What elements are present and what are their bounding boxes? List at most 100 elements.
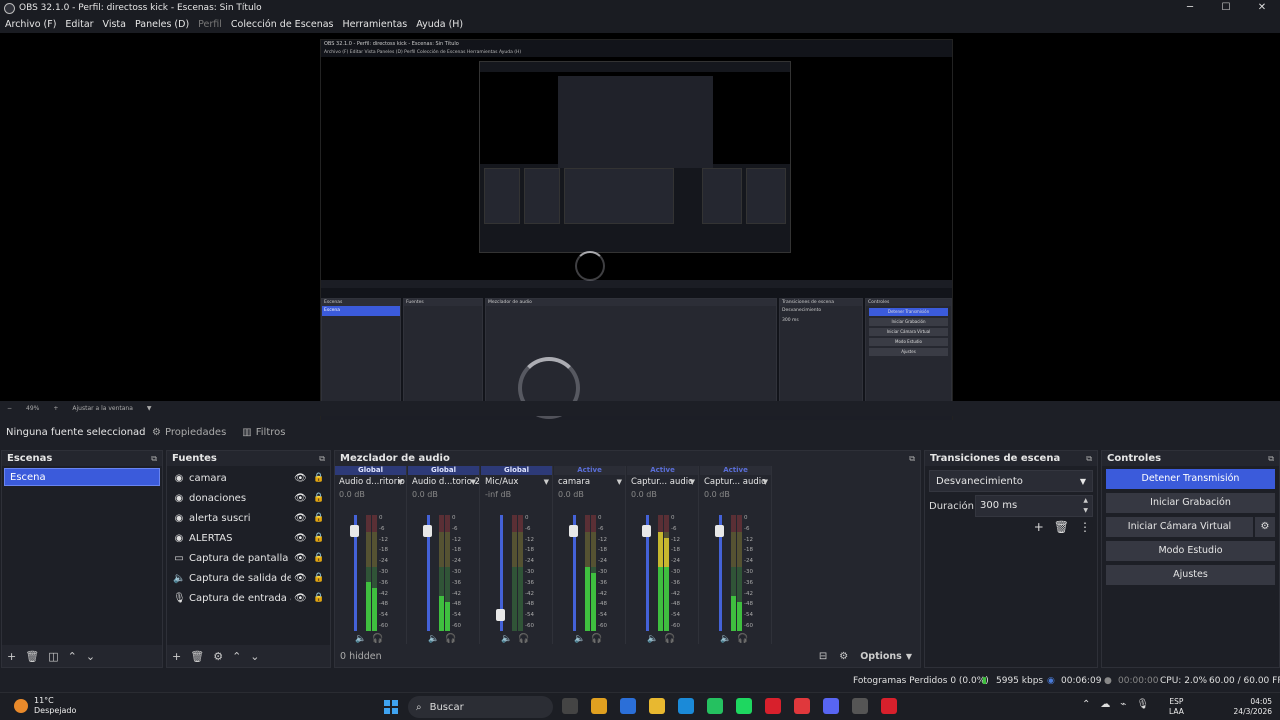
obs-taskbar-icon[interactable] — [852, 698, 868, 714]
filters-button[interactable]: ▥ Filtros — [242, 427, 285, 438]
mute-speaker-icon[interactable]: 🔈 — [647, 634, 658, 644]
remove-scene-icon[interactable]: 🗑 — [25, 650, 39, 663]
mail-icon[interactable] — [620, 698, 636, 714]
channel-menu-icon[interactable]: ▼ — [544, 475, 549, 489]
remove-transition-icon[interactable]: 🗑 — [1054, 520, 1069, 534]
source-item-camara[interactable]: ◉ camara 👁 🔒 — [167, 468, 330, 488]
taskbar-search[interactable]: ⌕ Buscar — [408, 696, 553, 718]
headphones-icon[interactable]: 🎧 — [445, 634, 456, 644]
zoom-in-button[interactable]: + — [53, 405, 58, 412]
headphones-icon[interactable]: 🎧 — [518, 634, 529, 644]
remove-source-icon[interactable]: 🗑 — [190, 650, 204, 663]
headphones-icon[interactable]: 🎧 — [372, 634, 383, 644]
mute-speaker-icon[interactable]: 🔈 — [574, 634, 585, 644]
fader-handle[interactable] — [715, 525, 724, 538]
channel-menu-icon[interactable]: ▼ — [398, 475, 403, 489]
transition-select[interactable]: Desvanecimiento ▼ — [929, 470, 1093, 492]
undock-icon[interactable]: ⧉ — [1086, 454, 1092, 464]
add-transition-icon[interactable]: + — [1034, 520, 1044, 534]
minimize-button[interactable]: ─ — [1172, 0, 1208, 16]
app-icon[interactable] — [881, 698, 897, 714]
headphones-icon[interactable]: 🎧 — [591, 634, 602, 644]
scene-item[interactable]: Escena — [4, 468, 160, 486]
menu-archivo[interactable]: Archivo (F) — [5, 19, 56, 30]
spin-arrows-icon[interactable]: ▲ ▼ — [1083, 496, 1088, 516]
channel-name[interactable]: Captur... audio ▼ — [627, 475, 698, 489]
visibility-eye-icon[interactable]: 👁 — [294, 533, 307, 544]
source-item-alerta-suscri[interactable]: ◉ alerta suscri 👁 🔒 — [167, 508, 330, 528]
mic-tray-icon[interactable]: 🎙 — [1136, 699, 1149, 710]
taskbar-clock[interactable]: 04:05 24/3/2026 — [1226, 697, 1272, 717]
edge-icon[interactable] — [678, 698, 694, 714]
channel-menu-icon[interactable]: ▼ — [471, 475, 476, 489]
options-button[interactable]: Options — [860, 651, 902, 662]
mute-speaker-icon[interactable]: 🔈 — [355, 634, 366, 644]
lock-icon[interactable]: 🔒 — [313, 493, 324, 503]
visibility-eye-icon[interactable]: 👁 — [294, 513, 307, 524]
language-indicator[interactable]: ESP LAA — [1169, 697, 1184, 717]
wps-icon[interactable] — [794, 698, 810, 714]
visibility-eye-icon[interactable]: 👁 — [294, 573, 307, 584]
scene-filters-icon[interactable]: ◫ — [48, 650, 58, 663]
channel-name[interactable]: Audio d...torio 2 ▼ — [408, 475, 479, 489]
menu-ayuda[interactable]: Ayuda (H) — [416, 19, 463, 30]
start-recording-button[interactable]: Iniciar Grabación — [1106, 493, 1275, 513]
properties-button[interactable]: ⚙ Propiedades — [152, 427, 226, 438]
fader-handle[interactable] — [423, 525, 432, 538]
channel-name[interactable]: Captur... audio ▼ — [700, 475, 771, 489]
windows-start-icon[interactable] — [384, 700, 398, 714]
duration-input[interactable]: 300 ms ▲ ▼ — [975, 495, 1093, 517]
undock-icon[interactable]: ⧉ — [151, 454, 157, 464]
source-item-captura-salida-audio[interactable]: 🔈 Captura de salida de audio 👁 🔒 — [167, 568, 330, 588]
channel-name[interactable]: camara ▼ — [554, 475, 625, 489]
source-item-alertas[interactable]: ◉ ALERTAS 👁 🔒 — [167, 528, 330, 548]
visibility-eye-icon[interactable]: 👁 — [294, 593, 307, 604]
menu-paneles[interactable]: Paneles (D) — [135, 19, 189, 30]
undock-icon[interactable]: ⧉ — [909, 454, 915, 464]
channel-menu-icon[interactable]: ▼ — [690, 475, 695, 489]
channel-name[interactable]: Mic/Aux ▼ — [481, 475, 552, 489]
file-explorer-icon[interactable] — [649, 698, 665, 714]
lock-icon[interactable]: 🔒 — [313, 593, 324, 603]
lock-icon[interactable]: 🔒 — [313, 533, 324, 543]
source-item-captura-entrada-audio[interactable]: 🎙 Captura de entrada audio 👁 🔒 — [167, 588, 330, 608]
mute-speaker-icon[interactable]: 🔈 — [501, 634, 512, 644]
transition-menu-icon[interactable]: ⋮ — [1079, 520, 1091, 534]
lock-icon[interactable]: 🔒 — [313, 473, 324, 483]
move-up-icon[interactable]: ⌃ — [68, 650, 77, 663]
fader-handle[interactable] — [569, 525, 578, 538]
fader-handle[interactable] — [496, 608, 505, 621]
source-item-captura-pantalla[interactable]: ▭ Captura de pantalla 👁 🔒 — [167, 548, 330, 568]
studio-mode-button[interactable]: Modo Estudio — [1106, 541, 1275, 561]
lock-icon[interactable]: 🔒 — [313, 553, 324, 563]
channel-menu-icon[interactable]: ▼ — [617, 475, 622, 489]
fader-handle[interactable] — [350, 525, 359, 538]
mute-speaker-icon[interactable]: 🔈 — [720, 634, 731, 644]
settings-button[interactable]: Ajustes — [1106, 565, 1275, 585]
undock-icon[interactable]: ⧉ — [1268, 454, 1274, 464]
menu-herramientas[interactable]: Herramientas — [343, 19, 408, 30]
channel-name[interactable]: Audio d...ritorio ▼ — [335, 475, 406, 489]
visibility-eye-icon[interactable]: 👁 — [294, 473, 307, 484]
task-view-icon[interactable] — [562, 698, 578, 714]
move-up-icon[interactable]: ⌃ — [232, 650, 241, 663]
menu-editar[interactable]: Editar — [65, 19, 93, 30]
fader-handle[interactable] — [642, 525, 651, 538]
stop-streaming-button[interactable]: Detener Transmisión — [1106, 469, 1275, 489]
add-source-icon[interactable]: + — [172, 650, 181, 663]
add-scene-icon[interactable]: + — [7, 650, 16, 663]
menu-vista[interactable]: Vista — [103, 19, 126, 30]
discord-icon[interactable] — [823, 698, 839, 714]
source-settings-icon[interactable]: ⚙ — [213, 650, 223, 663]
mute-speaker-icon[interactable]: 🔈 — [428, 634, 439, 644]
zoom-dropdown-icon[interactable]: ▼ — [147, 405, 152, 412]
options-dropdown-icon[interactable]: ▼ — [906, 652, 912, 661]
maximize-button[interactable]: ☐ — [1208, 0, 1244, 16]
virtual-camera-settings-icon[interactable]: ⚙ — [1255, 517, 1275, 537]
visibility-eye-icon[interactable]: 👁 — [294, 493, 307, 504]
weather-widget[interactable]: 11°C Despejado — [14, 696, 76, 716]
menu-coleccion-escenas[interactable]: Colección de Escenas — [231, 19, 334, 30]
visibility-eye-icon[interactable]: 👁 — [294, 553, 307, 564]
source-item-donaciones[interactable]: ◉ donaciones 👁 🔒 — [167, 488, 330, 508]
move-down-icon[interactable]: ⌄ — [250, 650, 259, 663]
